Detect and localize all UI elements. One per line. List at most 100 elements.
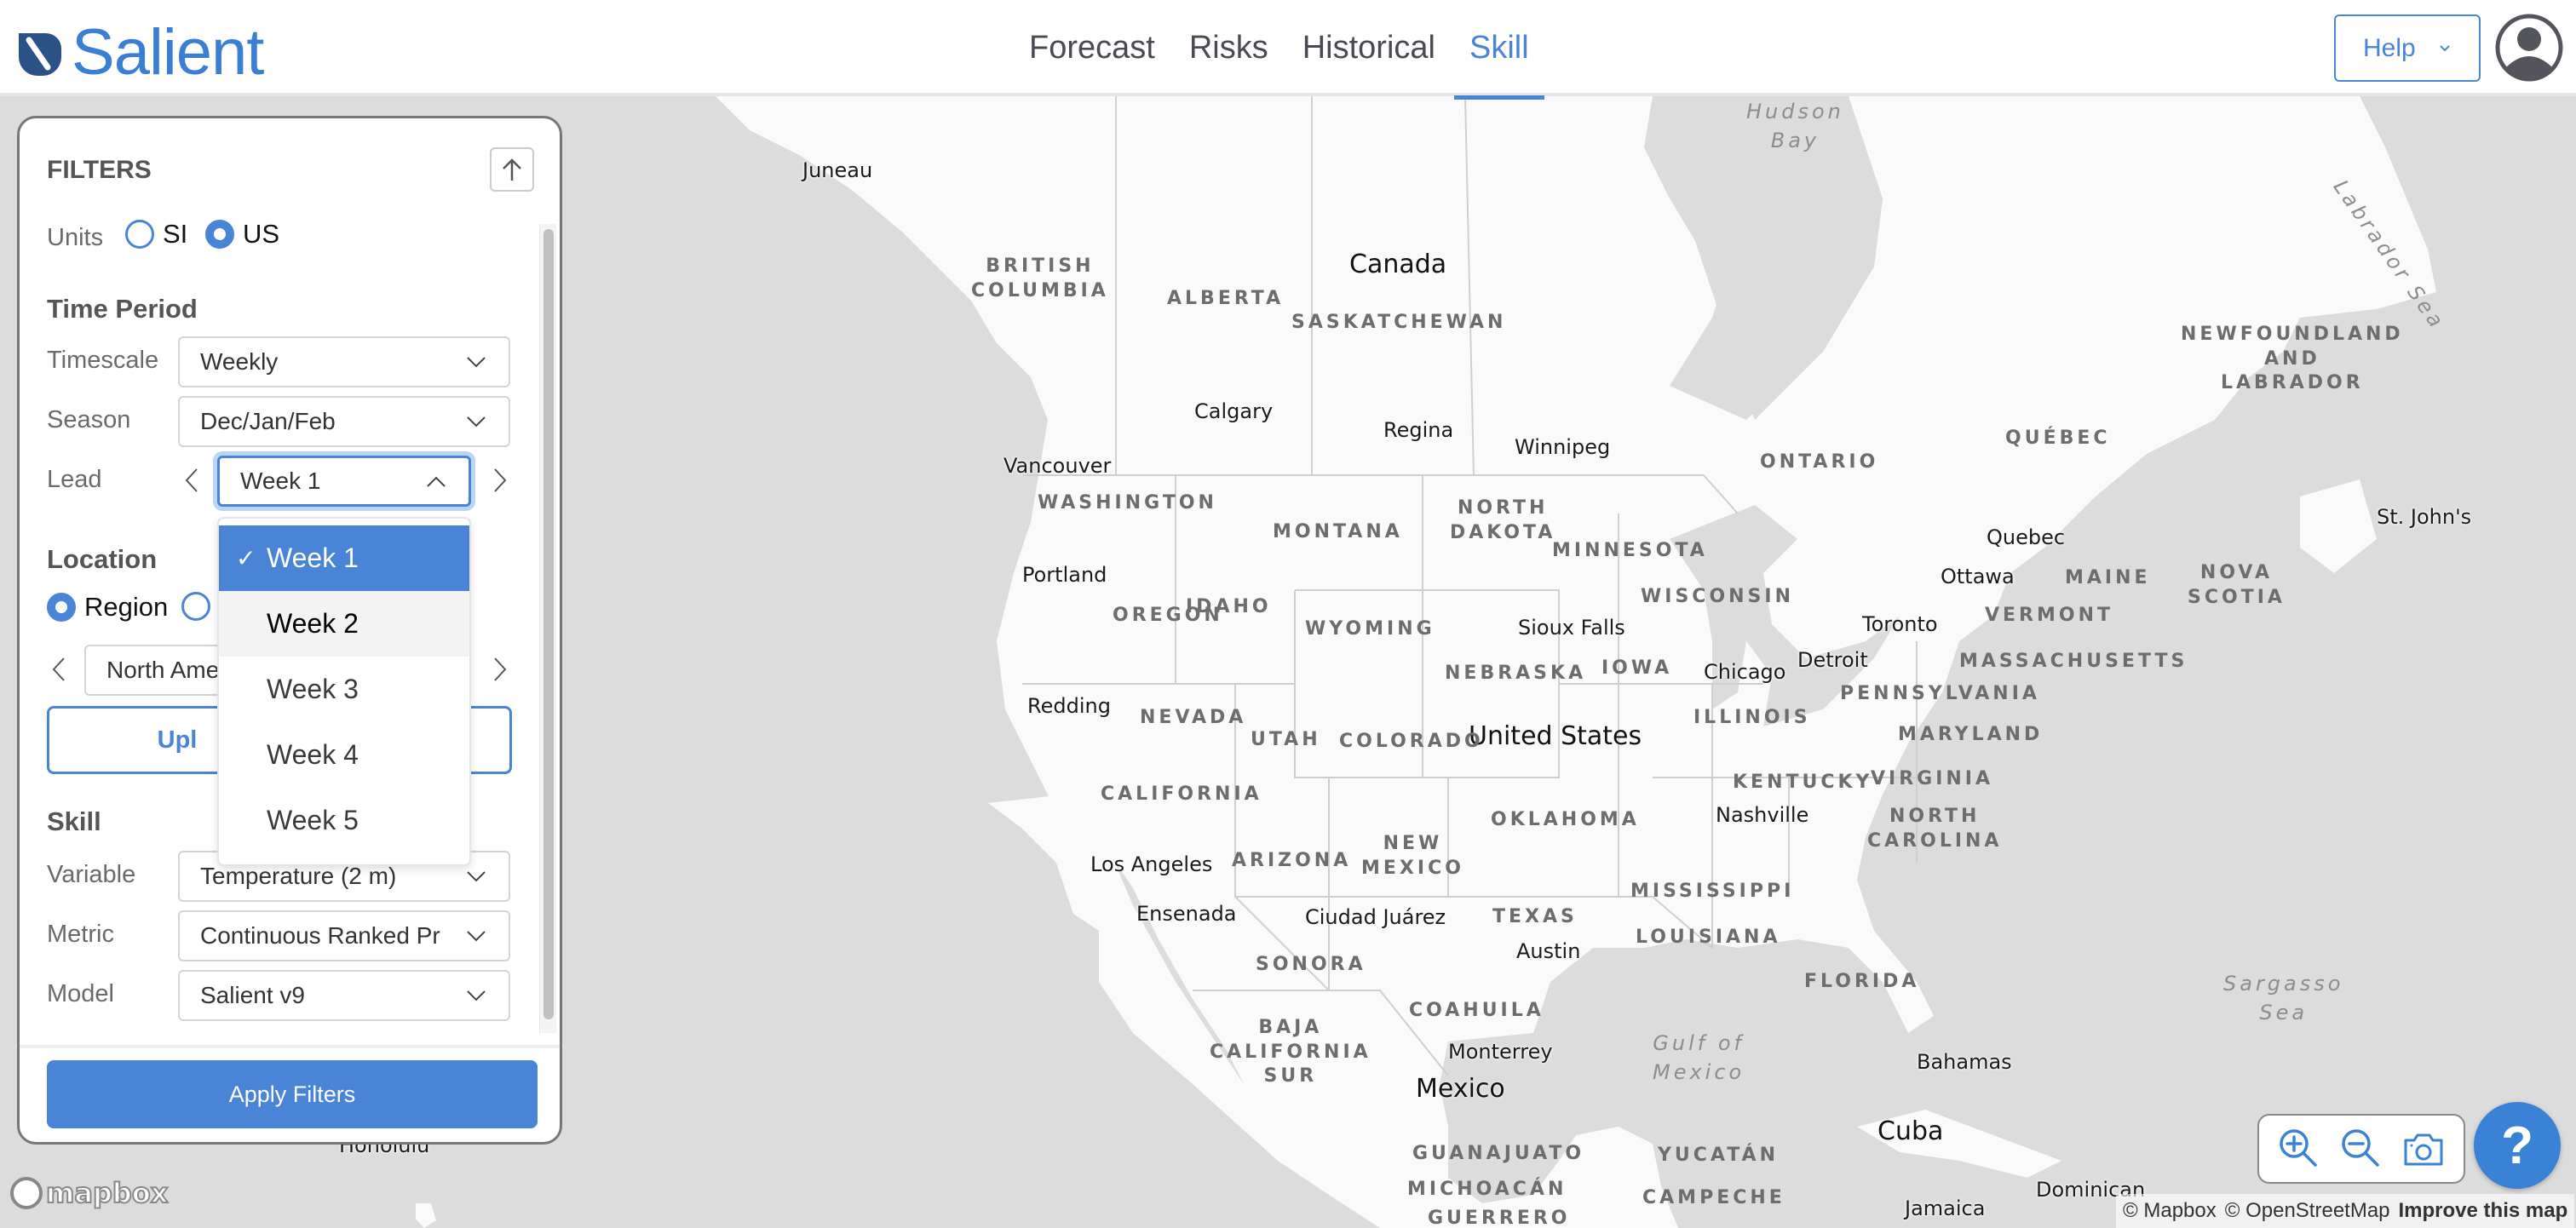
attrib-osm[interactable]: © OpenStreetMap	[2225, 1199, 2390, 1223]
lead-option-week-1[interactable]: ✓ Week 1	[219, 525, 469, 591]
lead-option-week-3[interactable]: Week 3	[219, 657, 469, 722]
filters-panel: FILTERS Units SI US Time Period Timescal…	[17, 116, 562, 1145]
map-label-austin: Austin	[1516, 939, 1581, 963]
units-label: Units	[47, 224, 104, 251]
brand-name: Salient	[72, 16, 264, 89]
map-label-st-johns: St. John's	[2377, 505, 2472, 529]
lead-option-week-4[interactable]: Week 4	[219, 722, 469, 788]
map-label-toronto: Toronto	[1862, 612, 1938, 636]
model-select[interactable]: Salient v9	[178, 970, 510, 1021]
map-label-maryland: MARYLAND	[1898, 724, 2044, 745]
season-value: Dec/Jan/Feb	[200, 408, 336, 434]
map-label-juneau: Juneau	[802, 158, 873, 182]
chevron-down-icon	[467, 931, 486, 942]
lead-option-week-5[interactable]: Week 5	[219, 788, 469, 853]
metric-label: Metric	[47, 921, 114, 948]
map-label-idaho: IDAHO	[1186, 596, 1272, 617]
map-label-sargasso-sea: Sargasso Sea	[2223, 972, 2344, 1024]
region-next-arrow-icon[interactable]	[490, 655, 510, 684]
radio-label-us: US	[243, 219, 280, 249]
map-label-virginia: VIRGINIA	[1871, 768, 1994, 789]
map-label-portland: Portland	[1022, 563, 1107, 587]
location-heading: Location	[47, 544, 158, 574]
mapbox-logo[interactable]: mapbox	[10, 1176, 169, 1210]
attrib-improve[interactable]: Improve this map	[2399, 1199, 2568, 1223]
map-label-jamaica: Jamaica	[1905, 1196, 1986, 1220]
attrib-mapbox[interactable]: © Mapbox	[2123, 1199, 2217, 1223]
zoom-out-icon[interactable]	[2339, 1127, 2383, 1171]
map-label-baja-california-sur: BAJA CALIFORNIA SUR	[1210, 1017, 1371, 1087]
model-label: Model	[47, 980, 114, 1007]
season-select[interactable]: Dec/Jan/Feb	[178, 396, 510, 447]
map-label-mexico: Mexico	[1416, 1074, 1505, 1104]
nav-tab-skill[interactable]: Skill	[1454, 0, 1544, 100]
nav-tab-historical[interactable]: Historical	[1302, 0, 1435, 96]
camera-icon[interactable]	[2401, 1127, 2446, 1171]
help-label: Help	[2363, 33, 2416, 62]
checkmark-icon: ✓	[236, 545, 256, 571]
map-label-ottawa: Ottawa	[1941, 565, 2015, 588]
radio-circle	[181, 592, 210, 621]
map-label-quebec: Quebec	[1987, 525, 2066, 549]
radio-label-si: SI	[163, 219, 188, 249]
salient-logo-icon	[19, 33, 61, 76]
apply-filters-button[interactable]: Apply Filters	[47, 1060, 538, 1128]
lead-label: Lead	[47, 466, 102, 493]
location-radio-other[interactable]	[181, 592, 210, 621]
nav-tab-risks[interactable]: Risks	[1189, 0, 1268, 96]
time-period-heading: Time Period	[47, 294, 198, 324]
region-prev-arrow-icon[interactable]	[49, 655, 69, 684]
option-label: Week 1	[267, 542, 359, 573]
units-radio-us[interactable]: US	[205, 219, 279, 250]
brand-logo[interactable]: Salient	[15, 16, 264, 89]
map-label-ciudad-juarez: Ciudad Juárez	[1305, 905, 1446, 929]
map-label-north-carolina: NORTH CAROLINA	[1867, 806, 2003, 852]
map-label-utah: UTAH	[1251, 729, 1321, 750]
map-label-chicago: Chicago	[1704, 660, 1786, 684]
chevron-down-icon	[467, 990, 486, 1001]
map-label-ensenada: Ensenada	[1136, 902, 1237, 926]
help-menu-button[interactable]: Help	[2334, 14, 2481, 82]
lead-value: Week 1	[240, 468, 321, 494]
scrollbar-thumb[interactable]	[543, 229, 554, 1019]
map-label-calgary: Calgary	[1194, 399, 1274, 423]
units-radio-si[interactable]: SI	[125, 219, 187, 250]
mapbox-logo-icon	[10, 1177, 43, 1209]
model-value: Salient v9	[200, 982, 305, 1008]
nav-tab-forecast[interactable]: Forecast	[1029, 0, 1155, 96]
map-label-quebec-province: QUÉBEC	[2005, 428, 2111, 449]
metric-select[interactable]: Continuous Ranked Pr	[178, 910, 510, 961]
map-label-nova-scotia: NOVA SCOTIA	[2188, 562, 2286, 608]
lead-prev-arrow-icon[interactable]	[181, 466, 202, 495]
collapse-filters-button[interactable]	[490, 147, 534, 192]
lead-next-arrow-icon[interactable]	[490, 466, 510, 495]
help-fab-button[interactable]: ?	[2474, 1102, 2561, 1189]
location-radio-region[interactable]: Region	[47, 592, 168, 623]
zoom-in-icon[interactable]	[2277, 1127, 2321, 1171]
map-label-redding: Redding	[1027, 694, 1111, 718]
timescale-label: Timescale	[47, 347, 159, 374]
map-label-louisiana: LOUISIANA	[1636, 927, 1781, 948]
radio-circle-selected	[205, 220, 234, 249]
map-label-los-angeles: Los Angeles	[1090, 852, 1213, 876]
map-label-yucatan: YUCATÁN	[1658, 1145, 1779, 1166]
user-avatar-icon[interactable]	[2494, 13, 2564, 83]
lead-option-week-2[interactable]: Week 2	[219, 591, 469, 657]
map-label-massachusetts: MASSACHUSETTS	[1959, 651, 2188, 672]
timescale-value: Weekly	[200, 348, 279, 375]
newfoundland-island	[2300, 479, 2377, 573]
map-label-regina: Regina	[1383, 418, 1454, 442]
map-label-british-columbia: BRITISH COLUMBIA	[971, 255, 1109, 301]
map-controls	[2257, 1114, 2465, 1184]
map-label-vermont: VERMONT	[1985, 605, 2114, 626]
lead-select[interactable]: Week 1	[217, 456, 471, 507]
filters-title: FILTERS	[47, 156, 152, 184]
map-label-nashville: Nashville	[1716, 803, 1809, 827]
map-label-maine: MAINE	[2065, 567, 2151, 588]
map-label-nebraska: NEBRASKA	[1445, 663, 1587, 684]
map-label-guerrero: GUERRERO	[1428, 1208, 1571, 1228]
panel-scrollbar[interactable]	[539, 224, 556, 1033]
timescale-select[interactable]: Weekly	[178, 336, 510, 387]
arrow-up-icon	[503, 158, 521, 181]
map-label-ontario: ONTARIO	[1760, 451, 1879, 473]
